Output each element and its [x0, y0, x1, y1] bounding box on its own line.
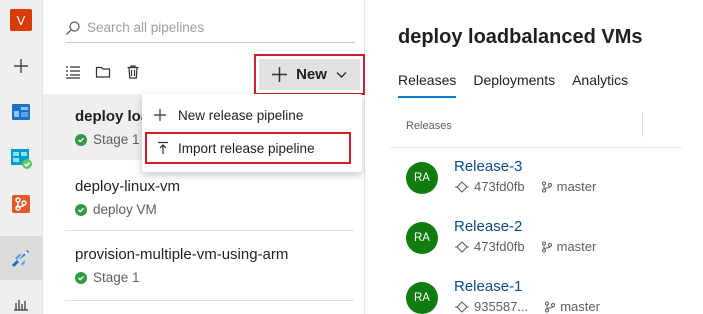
pipeline-item[interactable]: provision-multiple-vm-using-arm Stage 1 — [43, 232, 354, 298]
new-dropdown-menu: New release pipeline Import release pipe… — [142, 94, 362, 172]
search-input[interactable]: Search all pipelines — [87, 20, 204, 35]
pipeline-name: deploy-linux-vm — [75, 178, 181, 195]
branch-name: master — [556, 179, 597, 194]
release-row[interactable]: RA Release-1 935587... master — [406, 278, 696, 314]
boards-nav[interactable] — [0, 138, 42, 178]
page-title: deploy loadbalanced VMs — [398, 26, 643, 48]
test-plans-icon — [14, 300, 28, 311]
pipeline-name: deploy loa — [75, 108, 150, 125]
menu-item-label: New release pipeline — [178, 107, 304, 123]
overview-nav[interactable] — [0, 92, 42, 132]
commit-icon — [455, 300, 469, 313]
stage-label: Stage 1 — [93, 270, 140, 285]
release-meta: 935587... master — [454, 299, 600, 314]
divider — [65, 230, 354, 231]
commit-id: 473fd0fb — [474, 179, 525, 194]
menu-item-label: Import release pipeline — [178, 140, 315, 156]
branch-name: master — [556, 239, 597, 254]
branch-icon — [545, 301, 556, 312]
plus-icon — [14, 59, 28, 73]
release-row[interactable]: RA Release-2 473fd0fb master — [406, 218, 696, 268]
left-nav-rail: V — [0, 0, 43, 314]
pipeline-stage: Stage 1 — [75, 270, 140, 285]
tab-deployments[interactable]: Deployments — [473, 72, 555, 98]
menu-item-new-release-pipeline[interactable]: New release pipeline — [142, 99, 362, 131]
chevron-down-icon — [336, 72, 347, 78]
release-link[interactable]: Release-2 — [454, 218, 522, 235]
pipeline-stage: Stage 1 — [75, 132, 140, 147]
commit-icon — [455, 180, 469, 193]
commit-id: 935587... — [474, 299, 529, 314]
repos-icon — [12, 195, 30, 213]
app-window: V Search all pipelines New deploy loa St… — [0, 0, 703, 314]
pipelines-nav[interactable] — [0, 236, 42, 280]
new-button-highlight: New — [254, 54, 365, 95]
success-icon — [75, 271, 87, 284]
search-icon — [66, 20, 80, 35]
pipeline-stage: deploy VM — [75, 202, 157, 217]
success-icon — [75, 203, 87, 216]
search-box[interactable]: Search all pipelines — [65, 13, 355, 43]
release-meta: 473fd0fb master — [454, 239, 596, 254]
test-plans-nav[interactable] — [0, 284, 42, 314]
boards-icon — [11, 149, 32, 169]
project-avatar: V — [10, 9, 32, 31]
plus-icon — [154, 109, 166, 121]
tab-bar: Releases Deployments Analytics — [398, 72, 628, 98]
release-link[interactable]: Release-1 — [454, 278, 522, 295]
avatar: RA — [406, 162, 438, 194]
plus-icon — [272, 67, 288, 82]
menu-item-import-release-pipeline[interactable]: Import release pipeline — [145, 132, 351, 164]
pipeline-name: provision-multiple-vm-using-arm — [75, 246, 289, 263]
tab-analytics[interactable]: Analytics — [572, 72, 628, 98]
list-toolbar — [65, 64, 141, 80]
avatar: RA — [406, 282, 438, 314]
avatar: RA — [406, 222, 438, 254]
branch-icon — [541, 181, 552, 192]
import-icon — [157, 141, 168, 154]
folder-icon[interactable] — [95, 64, 111, 80]
release-row[interactable]: RA Release-3 473fd0fb master — [406, 158, 696, 208]
stage-label: deploy VM — [93, 202, 157, 217]
release-link[interactable]: Release-3 — [454, 158, 522, 175]
divider — [65, 300, 354, 301]
pipelines-icon — [11, 250, 29, 268]
list-view-icon[interactable] — [65, 64, 81, 80]
success-icon — [75, 133, 87, 146]
project-button[interactable]: V — [0, 0, 42, 40]
release-meta: 473fd0fb master — [454, 179, 596, 194]
header-divider — [390, 147, 682, 148]
repos-nav[interactable] — [0, 184, 42, 224]
commit-id: 473fd0fb — [474, 239, 525, 254]
delete-icon[interactable] — [125, 64, 141, 80]
overview-icon — [12, 104, 30, 120]
pipeline-details-pane: deploy loadbalanced VMs Releases Deploym… — [366, 0, 703, 314]
new-button-label: New — [296, 66, 327, 83]
releases-column-header: Releases — [406, 120, 452, 132]
commit-icon — [455, 240, 469, 253]
stage-label: Stage 1 — [93, 132, 140, 147]
new-button[interactable]: New — [259, 59, 360, 90]
branch-icon — [541, 241, 552, 252]
branch-name: master — [560, 299, 600, 314]
tab-releases[interactable]: Releases — [398, 72, 457, 98]
create-button[interactable] — [0, 46, 42, 86]
column-separator[interactable] — [642, 112, 643, 137]
pipeline-item[interactable]: deploy-linux-vm deploy VM — [43, 164, 354, 228]
